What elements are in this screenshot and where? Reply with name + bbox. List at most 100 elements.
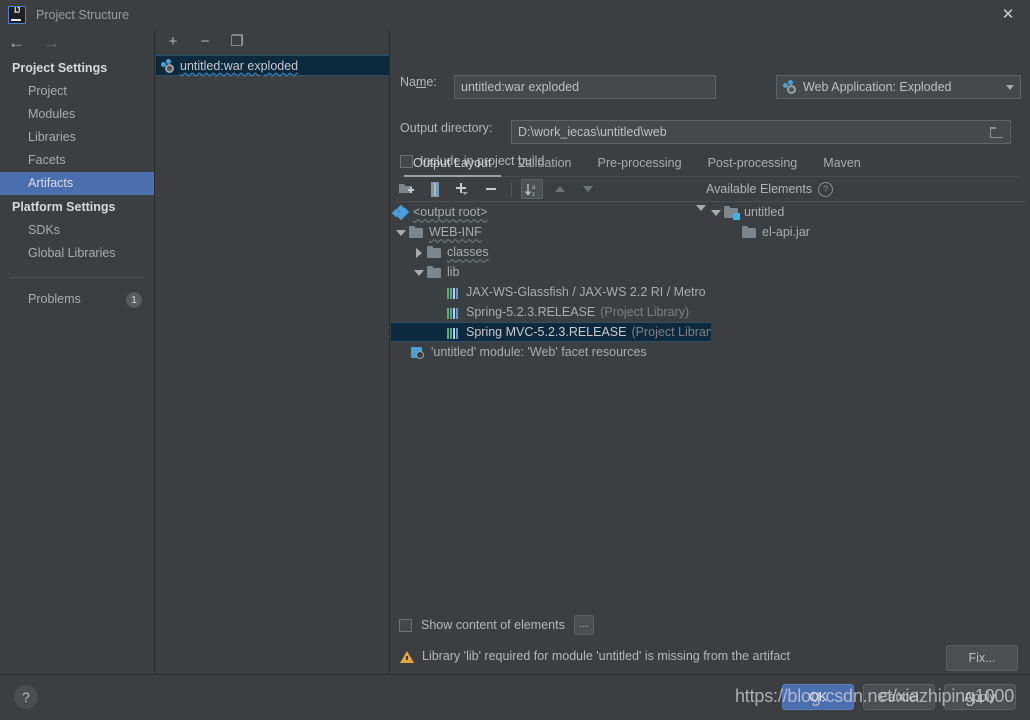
tab-output-layout[interactable]: Output Layout	[400, 156, 505, 177]
artifact-problem-row: Library 'lib' required for module 'untit…	[391, 649, 1030, 663]
sidebar-item-global-libraries[interactable]: Global Libraries	[0, 242, 154, 265]
name-input[interactable]	[454, 75, 716, 99]
folder-icon	[409, 225, 424, 239]
tab-pre-processing[interactable]: Pre-processing	[585, 156, 695, 176]
ok-button[interactable]: OK	[782, 684, 854, 710]
tree-row[interactable]: el-api.jar	[706, 222, 1030, 242]
tree-row[interactable]: Spring MVC-5.2.3.RELEASE (Project Librar…	[391, 322, 711, 342]
apply-button[interactable]: Apply	[944, 684, 1016, 710]
sidebar-divider	[10, 277, 144, 278]
expand-twisty-icon[interactable]	[708, 204, 724, 220]
sidebar-item-project[interactable]: Project	[0, 80, 154, 103]
library-icon	[446, 306, 461, 319]
sidebar-item-facets[interactable]: Facets	[0, 149, 154, 172]
help-icon[interactable]: ?	[818, 181, 834, 197]
sidebar-item-modules[interactable]: Modules	[0, 103, 154, 126]
expand-twisty-icon[interactable]	[411, 244, 427, 260]
svg-text:z: z	[532, 192, 535, 197]
tree-row-label: lib	[447, 265, 460, 279]
dialog-actions: OK Cancel Apply	[782, 684, 1016, 710]
tree-row[interactable]: 'untitled' module: 'Web' facet resources	[391, 342, 711, 362]
artifact-icon	[161, 58, 175, 73]
artifact-list-pane: + − ❐ untitled:war exploded	[156, 29, 390, 674]
output-layout-tree: <output root> WEB-INF classes lib JAX-WS…	[391, 202, 711, 614]
move-up-icon[interactable]	[549, 179, 571, 199]
tree-row-label: 'untitled' module: 'Web' facet resources	[431, 345, 647, 359]
output-root-icon	[391, 204, 410, 220]
intellij-logo-icon	[8, 5, 26, 24]
tree-row-label: Spring MVC-5.2.3.RELEASE	[466, 325, 627, 339]
tree-row-label: Spring-5.2.3.RELEASE	[466, 305, 596, 319]
title-bar: Project Structure ✕	[0, 0, 1030, 29]
problems-count-badge: 1	[126, 291, 142, 308]
sidebar-item-libraries[interactable]: Libraries	[0, 126, 154, 149]
show-content-row: Show content of elements ...	[399, 615, 594, 635]
back-arrow-icon[interactable]: ←	[8, 34, 25, 51]
output-directory-value: D:\work_iecas\untitled\web	[518, 125, 667, 139]
close-icon[interactable]: ✕	[1000, 7, 1016, 23]
cancel-button[interactable]: Cancel	[863, 684, 935, 710]
library-icon	[446, 326, 461, 339]
forward-arrow-icon[interactable]: →	[43, 34, 60, 51]
tree-row-label: classes	[447, 245, 489, 259]
output-layout-toolbar: a z	[396, 177, 706, 202]
fix-button[interactable]: Fix...	[946, 645, 1018, 671]
output-directory-field[interactable]: D:\work_iecas\untitled\web	[511, 120, 1011, 144]
settings-sidebar: ← → Project Settings Project Modules Lib…	[0, 29, 155, 674]
add-element-icon[interactable]	[452, 179, 474, 199]
name-row: Name:	[400, 75, 437, 89]
remove-element-icon[interactable]	[480, 179, 502, 199]
copy-artifact-icon[interactable]: ❐	[229, 34, 245, 50]
show-content-options-button[interactable]: ...	[573, 615, 594, 635]
sidebar-group-platform-settings: Platform Settings	[12, 200, 116, 214]
window-title: Project Structure	[36, 7, 130, 22]
show-content-checkbox[interactable]	[399, 618, 412, 632]
tree-row[interactable]: untitled	[706, 202, 1030, 222]
tab-maven[interactable]: Maven	[810, 156, 874, 176]
sidebar-item-sdks[interactable]: SDKs	[0, 219, 154, 242]
sidebar-item-problems[interactable]: Problems 1	[0, 288, 154, 311]
folder-icon	[427, 245, 442, 259]
dialog-button-bar: ? OK Cancel Apply	[0, 674, 1030, 720]
browse-folder-icon[interactable]	[989, 124, 1006, 141]
remove-artifact-icon[interactable]: −	[197, 34, 213, 50]
tab-validation[interactable]: Validation	[505, 156, 585, 176]
sort-az-icon[interactable]: a z	[521, 179, 543, 199]
available-elements-tree: untitled el-api.jar	[706, 202, 1030, 614]
move-down-icon[interactable]	[577, 179, 599, 199]
type-combobox[interactable]: Web Application: Exploded	[776, 75, 1021, 99]
nav-arrows: ← →	[0, 29, 154, 56]
name-label: Name:	[400, 75, 437, 89]
add-artifact-icon[interactable]: +	[165, 34, 181, 50]
archive-icon[interactable]	[424, 179, 446, 199]
module-folder-icon	[724, 205, 740, 220]
artifact-problem-message: Library 'lib' required for module 'untit…	[422, 649, 791, 663]
help-button[interactable]: ?	[14, 685, 38, 709]
output-directory-label: Output directory:	[400, 121, 493, 135]
tree-row-label: JAX-WS-Glassfish / JAX-WS 2.2 RI / Metro	[466, 285, 706, 299]
tree-row[interactable]: <output root>	[391, 202, 711, 222]
add-directory-icon[interactable]	[396, 179, 418, 199]
artifact-list-item[interactable]: untitled:war exploded	[156, 55, 389, 76]
project-structure-dialog: Project Structure ✕ ← → Project Settings…	[0, 0, 1030, 720]
tab-post-processing[interactable]: Post-processing	[695, 156, 811, 176]
tree-row-label: el-api.jar	[762, 225, 810, 239]
tree-row[interactable]: JAX-WS-Glassfish / JAX-WS 2.2 RI / Metro	[391, 282, 711, 302]
show-content-label: Show content of elements	[421, 618, 565, 632]
tree-row[interactable]: WEB-INF	[391, 222, 711, 242]
collapse-caret-icon[interactable]	[696, 205, 706, 211]
expand-twisty-icon[interactable]	[411, 264, 427, 280]
sidebar-item-artifacts[interactable]: Artifacts	[0, 172, 154, 195]
svg-text:a: a	[532, 185, 536, 191]
folder-icon	[427, 265, 442, 279]
library-icon	[446, 286, 461, 299]
tree-row-label: untitled	[744, 205, 785, 219]
tree-row[interactable]: classes	[391, 242, 711, 262]
expand-twisty-icon[interactable]	[393, 224, 409, 240]
type-combobox-value: Web Application: Exploded	[803, 80, 952, 94]
artifact-list: untitled:war exploded	[156, 55, 389, 76]
sidebar-group-project-settings: Project Settings	[12, 61, 108, 75]
tree-row[interactable]: lib	[391, 262, 711, 282]
tree-row[interactable]: Spring-5.2.3.RELEASE (Project Library)	[391, 302, 711, 322]
web-app-exploded-icon	[783, 80, 797, 94]
